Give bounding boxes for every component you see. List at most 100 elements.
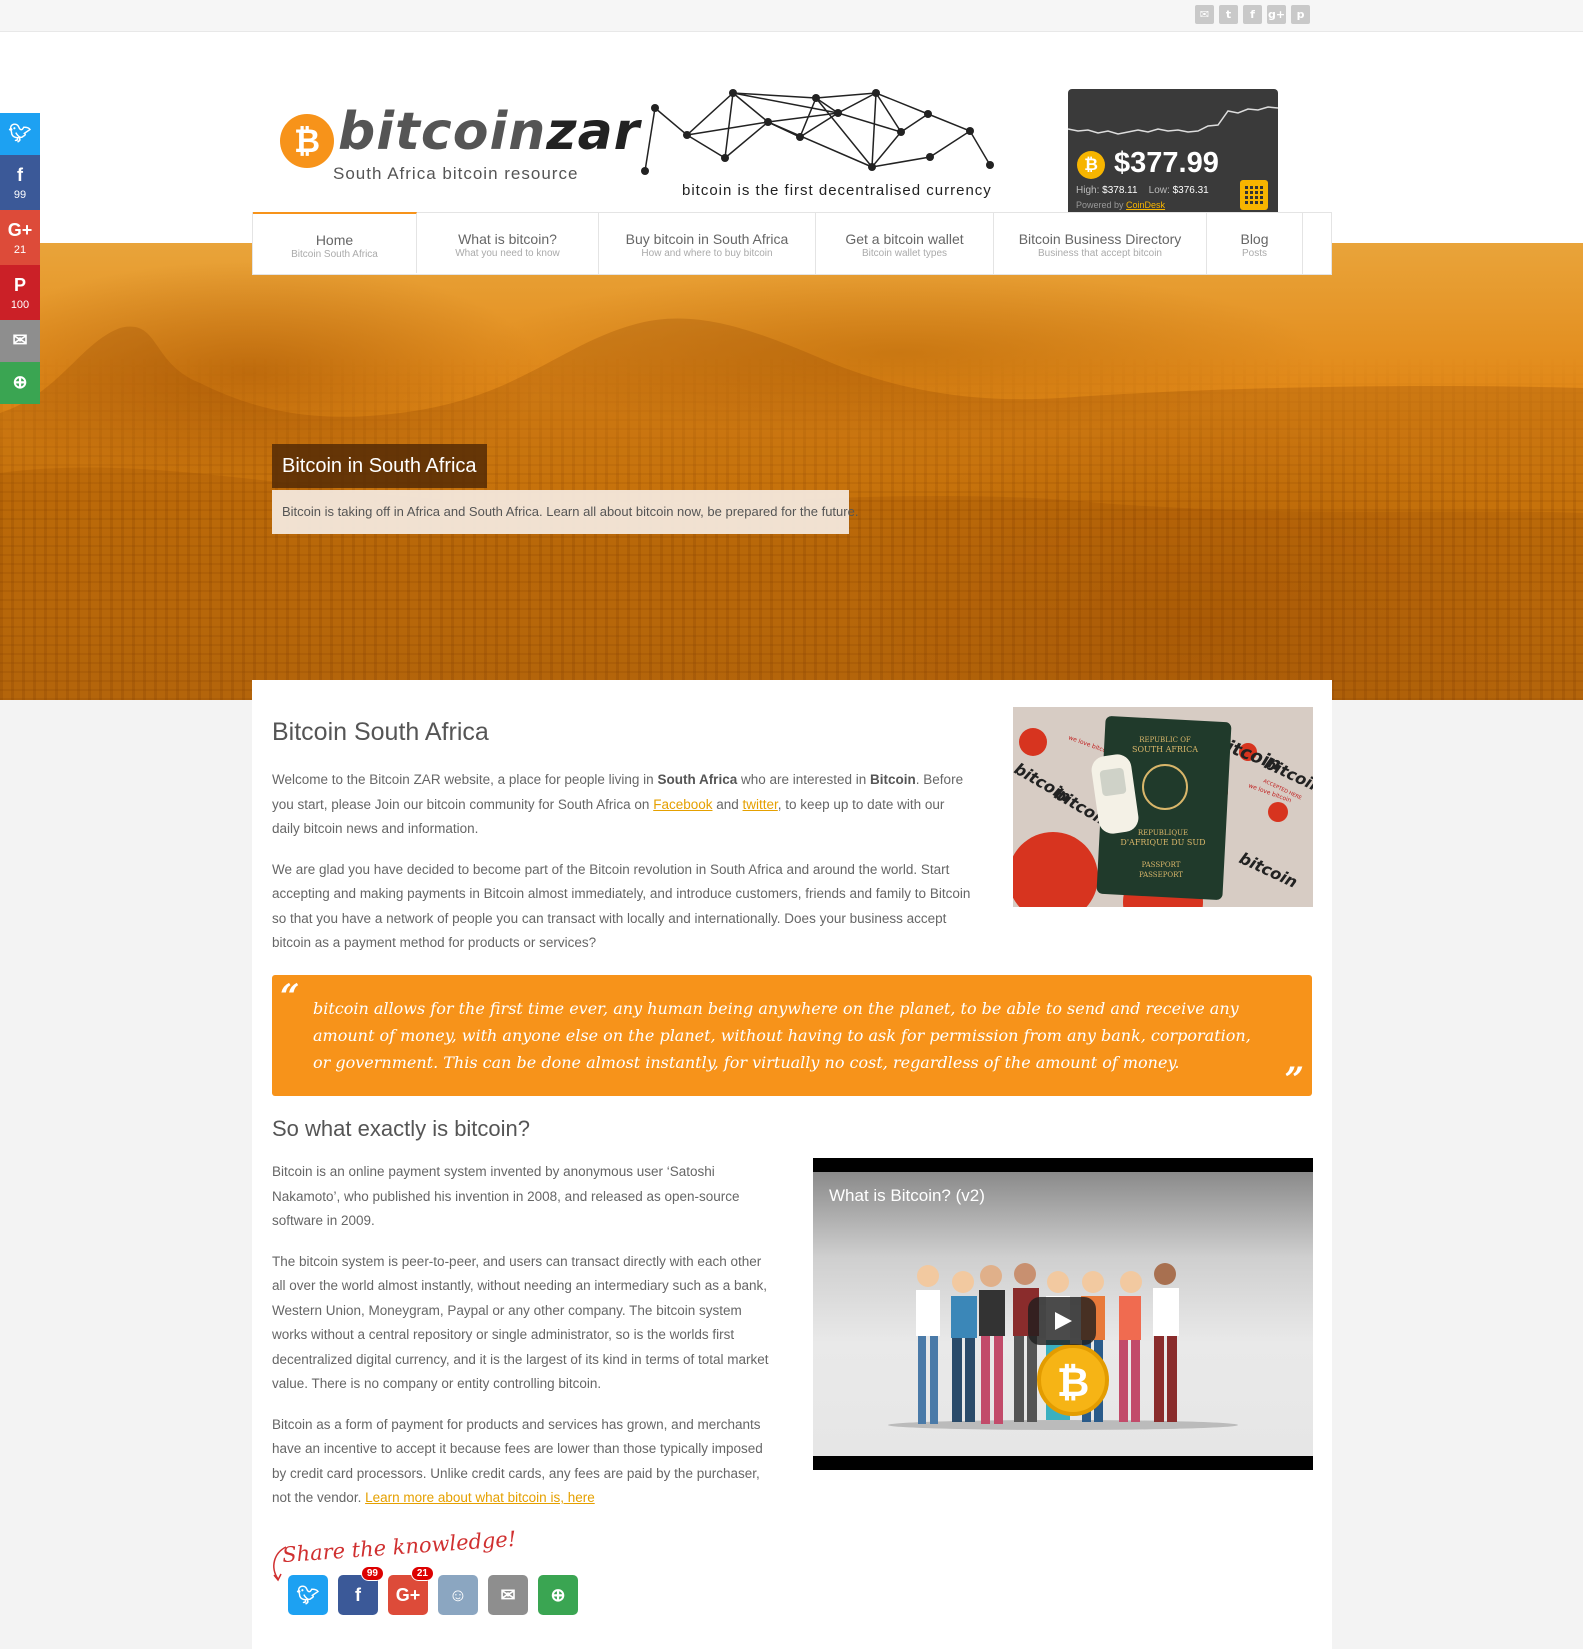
nav-item-subtitle: What you need to know bbox=[455, 248, 560, 259]
nav-item-title: Blog bbox=[1240, 231, 1269, 247]
open-quote-icon: “ bbox=[280, 977, 300, 1017]
pinterest-icon: P bbox=[13, 275, 26, 295]
ticker-powered-by: Powered by CoinDesk bbox=[1076, 200, 1165, 210]
side-share-email[interactable]: ✉ bbox=[0, 320, 40, 362]
google-plus-count: 21 bbox=[13, 244, 27, 256]
page-title: Bitcoin South Africa bbox=[272, 718, 489, 746]
video-title[interactable]: What is Bitcoin? (v2) bbox=[829, 1186, 985, 1206]
twitter-icon: 🐦︎ bbox=[8, 123, 32, 143]
bitcoin-logo-icon: ₿ bbox=[280, 114, 334, 168]
google-plus-icon[interactable]: g+ bbox=[1267, 5, 1286, 24]
top-social-icons: ✉ t f g+ p bbox=[1195, 5, 1310, 24]
share-heading: Share the knowledge! bbox=[281, 1526, 517, 1568]
facebook-icon[interactable]: f bbox=[1243, 5, 1262, 24]
passport-text: REPUBLIQUE bbox=[1138, 829, 1188, 837]
email-icon: ✉ bbox=[500, 1584, 516, 1605]
ticker-high-low: High: $378.11 Low: $376.31 bbox=[1076, 185, 1209, 196]
nav-item-title: What is bitcoin? bbox=[458, 231, 557, 247]
google-plus-icon: G+ bbox=[395, 1584, 421, 1605]
section-heading-what-is-bitcoin: So what exactly is bitcoin? bbox=[272, 1116, 531, 1141]
twitter-icon[interactable]: t bbox=[1219, 5, 1238, 24]
passport-text: D'AFRIQUE DU SUD bbox=[1120, 838, 1205, 847]
paragraph: Bitcoin is an online payment system inve… bbox=[272, 1164, 740, 1228]
side-share-more[interactable]: ⊕ bbox=[0, 362, 40, 404]
network-graphic bbox=[641, 89, 994, 175]
passport-text: REPUBLIC OF bbox=[1139, 736, 1191, 744]
mail-icon[interactable]: ✉ bbox=[1195, 5, 1214, 24]
what-is-bitcoin-text: Bitcoin is an online payment system inve… bbox=[272, 1160, 774, 1527]
site-logo[interactable]: ₿ bitcoinzar South Africa bitcoin resour… bbox=[280, 80, 639, 190]
learn-more-link[interactable]: Learn more about what bitcoin is, here bbox=[365, 1490, 595, 1505]
intro-text: Welcome to the Bitcoin ZAR website, a pl… bbox=[272, 768, 974, 972]
intro-paragraph-2: We are glad you have decided to become p… bbox=[272, 861, 971, 951]
hero-subtitle: Bitcoin is taking off in Africa and Sout… bbox=[272, 490, 858, 534]
price-sparkline bbox=[1068, 106, 1278, 135]
text-span: who are interested in bbox=[737, 772, 871, 787]
bitcoin-quote: “ bitcoin allows for the first time ever… bbox=[272, 975, 1312, 1100]
side-share-pinterest[interactable]: P 100 bbox=[0, 265, 40, 320]
passport-stickers-photo[interactable]: bitcoin bitcoin bitcoin bitcoin bitcoin … bbox=[1013, 707, 1313, 907]
google-plus-icon: G+ bbox=[7, 220, 33, 240]
share-twitter-button[interactable]: 🐦︎ bbox=[288, 1575, 328, 1615]
play-button[interactable] bbox=[1028, 1297, 1096, 1345]
share-more-button[interactable]: ⊕ bbox=[538, 1575, 578, 1615]
google-plus-share-count: 21 bbox=[410, 1566, 434, 1581]
ticker-high-label: High: bbox=[1076, 185, 1100, 196]
more-share-icon: ⊕ bbox=[550, 1584, 566, 1605]
share-email-button[interactable]: ✉ bbox=[488, 1575, 528, 1615]
facebook-link[interactable]: Facebook bbox=[653, 797, 712, 812]
twitter-link[interactable]: twitter bbox=[743, 797, 778, 812]
site-slogan: bitcoin is the first decentralised curre… bbox=[682, 182, 992, 199]
share-buttons: 🐦︎ f 99 G+ 21 ☺ ✉ ⊕ bbox=[288, 1566, 578, 1615]
text-bold: Bitcoin bbox=[870, 772, 916, 787]
ticker-low-label: Low: bbox=[1148, 185, 1170, 196]
side-share-twitter[interactable]: 🐦︎ bbox=[0, 113, 40, 155]
svg-text:₿: ₿ bbox=[1057, 1360, 1090, 1406]
share-facebook-button[interactable]: f 99 bbox=[338, 1566, 384, 1615]
nav-item-home[interactable]: Home Bitcoin South Africa bbox=[253, 212, 417, 273]
top-bar: ✉ t f g+ p bbox=[0, 0, 1583, 32]
passport-text: PASSEPORT bbox=[1139, 871, 1183, 879]
more-share-icon: ⊕ bbox=[12, 372, 28, 392]
nav-item-title: Get a bitcoin wallet bbox=[845, 231, 964, 247]
passport-text: PASSPORT bbox=[1142, 861, 1181, 869]
ticker-low-value: $376.31 bbox=[1172, 185, 1209, 196]
facebook-count: 99 bbox=[13, 189, 27, 201]
nav-item-buy-bitcoin[interactable]: Buy bitcoin in South Africa How and wher… bbox=[599, 213, 816, 274]
hero-banner: Bitcoin in South Africa Bitcoin is takin… bbox=[0, 243, 1583, 700]
facebook-share-count: 99 bbox=[360, 1566, 384, 1581]
price-ticker-widget[interactable]: ₿ $377.99 High: $378.11 Low: $376.31 Pow… bbox=[1068, 89, 1278, 219]
nav-item-subtitle: Bitcoin wallet types bbox=[861, 248, 948, 259]
facebook-icon: f bbox=[355, 1584, 361, 1605]
reddit-icon: ☺ bbox=[448, 1584, 468, 1605]
share-google-plus-button[interactable]: G+ 21 bbox=[388, 1566, 434, 1615]
side-share-facebook[interactable]: f 99 bbox=[0, 155, 40, 210]
pinterest-icon[interactable]: p bbox=[1291, 5, 1310, 24]
ticker-price: $377.99 bbox=[1114, 147, 1219, 179]
nav-item-subtitle: How and where to buy bitcoin bbox=[641, 248, 773, 259]
nav-item-title: Buy bitcoin in South Africa bbox=[625, 231, 789, 247]
logo-word-bitcoin: bitcoin bbox=[338, 102, 547, 162]
ticker-menu-icon[interactable] bbox=[1240, 180, 1268, 210]
hero-title: Bitcoin in South Africa bbox=[272, 444, 487, 488]
share-reddit-button[interactable]: ☺ bbox=[438, 1575, 478, 1615]
ticker-bitcoin-icon: ₿ bbox=[1077, 151, 1105, 179]
nav-item-business-directory[interactable]: Bitcoin Business Directory Business that… bbox=[994, 213, 1207, 274]
paragraph: The bitcoin system is peer-to-peer, and … bbox=[272, 1253, 769, 1392]
nav-item-blog[interactable]: Blog Posts bbox=[1207, 213, 1303, 274]
nav-item-subtitle: Bitcoin South Africa bbox=[291, 249, 378, 260]
email-icon: ✉ bbox=[12, 330, 28, 350]
nav-item-get-wallet[interactable]: Get a bitcoin wallet Bitcoin wallet type… bbox=[816, 213, 994, 274]
nav-item-what-is-bitcoin[interactable]: What is bitcoin? What you need to know bbox=[417, 213, 599, 274]
video-thumbnail: ₿ What is Bitcoin? (v2) bbox=[813, 1172, 1313, 1456]
text-span: and bbox=[712, 796, 743, 812]
coindesk-link[interactable]: CoinDesk bbox=[1126, 200, 1165, 210]
quote-text: bitcoin allows for the first time ever, … bbox=[313, 999, 1251, 1072]
side-share-google-plus[interactable]: G+ 21 bbox=[0, 210, 40, 265]
nav-item-title: Home bbox=[315, 232, 354, 248]
text-bold: South Africa bbox=[657, 772, 738, 787]
hero-city-texture bbox=[0, 243, 1583, 700]
video-embed[interactable]: ₿ What is Bitcoin? (v2) bbox=[813, 1158, 1313, 1470]
main-nav: Home Bitcoin South Africa What is bitcoi… bbox=[252, 212, 1332, 275]
nav-item-subtitle: Posts bbox=[1241, 248, 1267, 259]
